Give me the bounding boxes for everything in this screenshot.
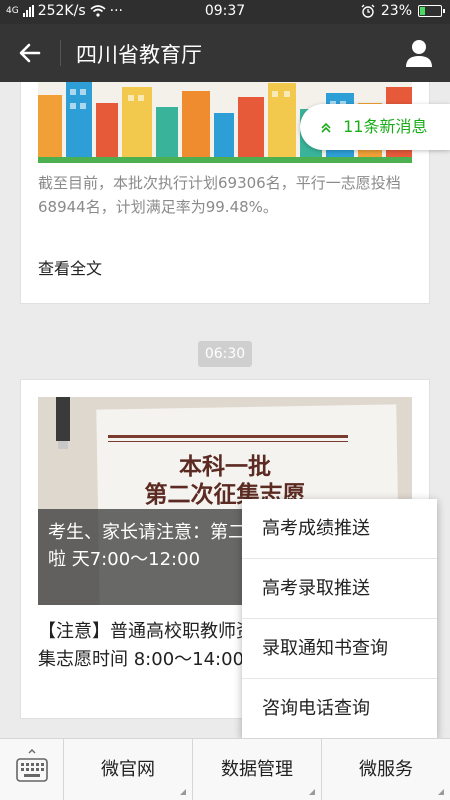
person-icon xyxy=(406,40,432,67)
bottom-menu-bar: 微官网 数据管理 微服务 xyxy=(0,738,450,800)
alarm-icon xyxy=(361,4,375,18)
menu-item-score-push[interactable]: 高考成绩推送 xyxy=(242,499,437,559)
new-messages-button[interactable]: 11条新消息 xyxy=(300,104,450,150)
title-bar: 四川省教育厅 xyxy=(0,24,450,82)
back-button[interactable] xyxy=(10,33,50,73)
status-bar: 4G 252K/s ··· 09:37 23% xyxy=(0,0,450,24)
battery-percent: 23% xyxy=(380,3,412,19)
submenu-indicator-icon xyxy=(180,789,186,795)
menu-micro-website[interactable]: 微官网 xyxy=(64,739,193,800)
keyboard-icon xyxy=(16,749,48,782)
menu-micro-service[interactable]: 微服务 xyxy=(322,739,450,800)
title-divider xyxy=(60,40,61,66)
submenu-indicator-icon xyxy=(309,789,315,795)
menu-label: 微官网 xyxy=(101,759,155,780)
menu-label: 数据管理 xyxy=(221,759,293,780)
menu-item-admission-push[interactable]: 高考录取推送 xyxy=(242,559,437,619)
decor-line xyxy=(108,441,348,442)
new-messages-label: 11条新消息 xyxy=(343,117,428,136)
status-right: 23% xyxy=(361,3,445,19)
menu-data-management[interactable]: 数据管理 xyxy=(193,739,322,800)
profile-button[interactable] xyxy=(400,34,438,72)
menu-item-hotline-query[interactable]: 咨询电话查询 xyxy=(242,679,437,739)
article-summary: 截至目前，本批次执行计划69306名，平行一志愿投档68944名，计划满足率为9… xyxy=(38,174,401,216)
time-badge: 06:30 xyxy=(198,341,252,367)
submenu-popup: 高考成绩推送 高考录取推送 录取通知书查询 咨询电话查询 xyxy=(242,499,437,739)
menu-item-admission-letter-query[interactable]: 录取通知书查询 xyxy=(242,619,437,679)
keyboard-toggle-button[interactable] xyxy=(0,739,64,800)
back-arrow-icon xyxy=(19,43,41,63)
decor-line xyxy=(108,435,348,438)
battery-icon xyxy=(418,5,445,17)
menu-label: 微服务 xyxy=(359,759,413,780)
submenu-indicator-icon xyxy=(438,789,444,795)
page-title: 四川省教育厅 xyxy=(76,43,202,67)
battery-level xyxy=(420,7,426,15)
double-chevron-up-icon xyxy=(321,122,331,133)
read-full-article-link[interactable]: 查看全文 xyxy=(38,255,102,279)
